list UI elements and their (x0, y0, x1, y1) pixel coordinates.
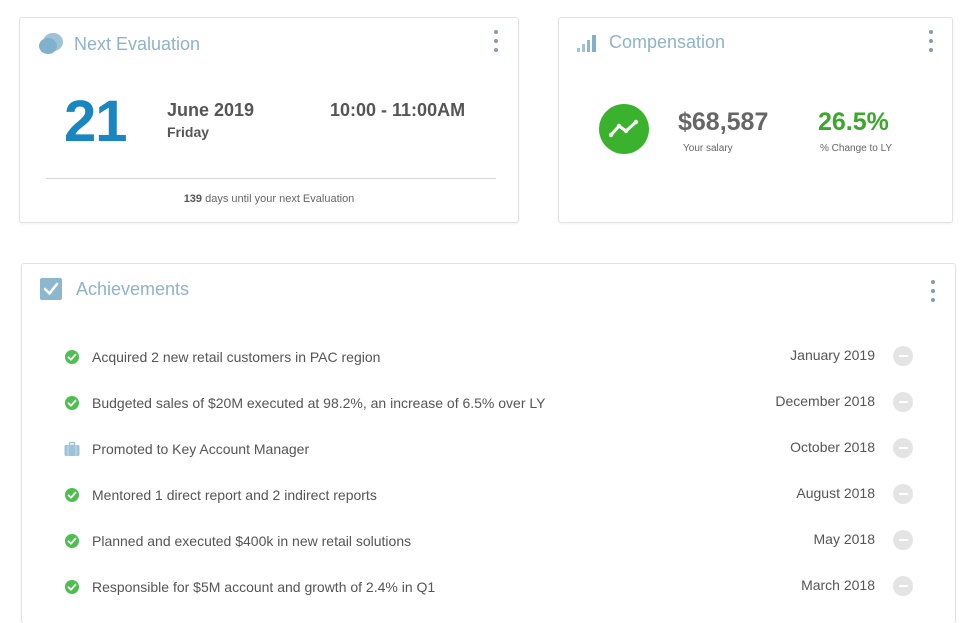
briefcase-icon (64, 441, 80, 457)
divider (46, 178, 496, 179)
next-evaluation-card: Next Evaluation 21 June 2019 Friday 10:0… (19, 17, 519, 223)
compensation-card: Compensation $68,587 Your salary 26.5% %… (558, 17, 953, 223)
achievement-text: Acquired 2 new retail customers in PAC r… (92, 349, 381, 365)
achievement-text: Promoted to Key Account Manager (92, 441, 310, 457)
achievement-item: Promoted to Key Account Manager October … (22, 438, 955, 462)
compensation-title: Compensation (609, 32, 726, 52)
check-circle-icon (64, 395, 80, 411)
next-evaluation-title: Next Evaluation (74, 33, 201, 54)
check-circle-icon (64, 349, 80, 365)
achievement-text: Budgeted sales of $20M executed at 98.2%… (92, 395, 546, 411)
achievement-item: Responsible for $5M account and growth o… (22, 576, 955, 600)
achievement-date: May 2018 (813, 531, 875, 547)
achievement-item: Acquired 2 new retail customers in PAC r… (22, 346, 955, 370)
achievement-date: October 2018 (790, 439, 875, 455)
remove-achievement-button[interactable] (893, 484, 913, 504)
evaluation-time-range: 10:00 - 11:00AM (330, 100, 466, 120)
check-circle-icon (64, 487, 80, 503)
achievement-text: Mentored 1 direct report and 2 indirect … (92, 487, 377, 503)
days-until-evaluation: 139 days until your next Evaluation (20, 193, 518, 205)
evaluation-month-year: June 2019 (167, 100, 255, 120)
achievements-more-options-icon[interactable] (927, 280, 939, 302)
trend-badge (599, 104, 649, 154)
achievement-item: Budgeted sales of $20M executed at 98.2%… (22, 392, 955, 416)
change-value: 26.5% (818, 108, 889, 136)
check-circle-icon (64, 579, 80, 595)
remove-achievement-button[interactable] (893, 530, 913, 550)
next-evaluation-header: Next Evaluation (38, 32, 200, 56)
days-until-text: days until your next Evaluation (202, 193, 355, 205)
signal-bars-icon (577, 33, 599, 53)
achievements-title: Achievements (76, 278, 190, 299)
remove-achievement-button[interactable] (893, 346, 913, 366)
achievement-date: January 2019 (790, 347, 875, 363)
remove-achievement-button[interactable] (893, 392, 913, 412)
trend-line-icon (608, 119, 639, 139)
check-circle-icon (64, 533, 80, 549)
remove-achievement-button[interactable] (893, 438, 913, 458)
achievement-date: March 2018 (801, 577, 875, 593)
salary-label: Your salary (683, 143, 733, 154)
evaluation-day: 21 (64, 89, 128, 154)
achievement-date: December 2018 (775, 393, 875, 409)
achievement-text: Responsible for $5M account and growth o… (92, 579, 436, 595)
achievement-item: Mentored 1 direct report and 2 indirect … (22, 484, 955, 508)
change-label: % Change to LY (820, 143, 893, 154)
achievement-date: August 2018 (796, 485, 875, 501)
remove-achievement-button[interactable] (893, 576, 913, 596)
chat-bubble-icon (38, 32, 64, 56)
compensation-header: Compensation (577, 32, 725, 53)
evaluation-more-options-icon[interactable] (490, 30, 502, 52)
evaluation-weekday: Friday (167, 124, 210, 140)
days-until-count: 139 (183, 193, 203, 205)
achievements-card: Achievements Acquired 2 new retail custo… (21, 263, 956, 623)
compensation-more-options-icon[interactable] (925, 30, 937, 52)
achievement-text: Planned and executed $400k in new retail… (92, 533, 412, 549)
achievement-item: Planned and executed $400k in new retail… (22, 530, 955, 554)
salary-value: $68,587 (678, 108, 769, 136)
checkbox-icon (40, 278, 62, 300)
achievements-header: Achievements (40, 278, 189, 300)
